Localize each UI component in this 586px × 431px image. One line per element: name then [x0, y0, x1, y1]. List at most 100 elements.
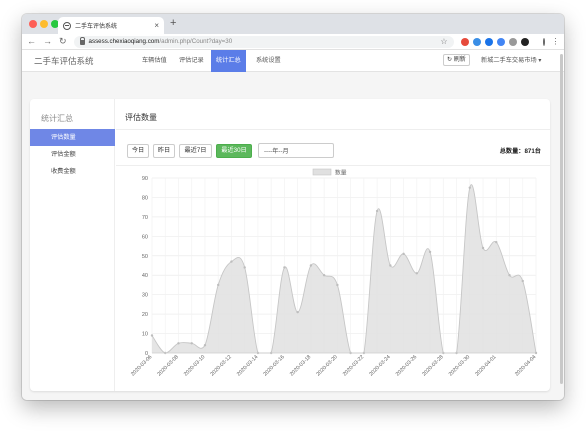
extension-icon-1[interactable]	[460, 37, 469, 46]
x-tick-label: 2020-04-01	[474, 354, 497, 377]
browser-window: 二手车评估系统 × + ← → ↻ assess.chexiaoqiang.co…	[22, 14, 564, 400]
market-dropdown[interactable]: 新城二手车交易市场 ▾	[481, 50, 542, 72]
data-point	[402, 252, 405, 256]
data-point	[428, 250, 432, 254]
data-point	[150, 334, 154, 337]
filter-yesterday-button[interactable]: 昨日	[153, 144, 175, 158]
data-point	[230, 260, 233, 263]
menu-system-settings[interactable]: 系统设置	[251, 50, 286, 72]
legend-swatch	[312, 168, 332, 176]
extension-icons	[460, 37, 529, 46]
browser-tab[interactable]: 二手车评估系统 ×	[58, 17, 164, 34]
back-arrow-icon[interactable]: ←	[27, 37, 36, 46]
new-tab-button[interactable]: +	[170, 18, 176, 29]
data-point	[375, 209, 379, 213]
data-point	[322, 274, 326, 277]
x-tick-label: 2020-03-24	[368, 354, 391, 377]
data-point	[389, 264, 392, 267]
refresh-button[interactable]: ↻ 刷新	[443, 54, 470, 66]
market-label: 新城二手车交易市场	[481, 57, 537, 64]
x-tick-label: 2020-03-18	[289, 354, 312, 377]
total-label: 总数量：	[499, 148, 525, 155]
legend-label: 数量	[335, 169, 347, 177]
menu-statistics-summary[interactable]: 统计汇总	[211, 50, 246, 72]
reload-icon[interactable]: ↻	[59, 37, 67, 46]
tab-strip: 二手车评估系统 × +	[22, 14, 564, 34]
count-chart: 01020304050607080902020-03-06 2020-03-08 2…	[130, 168, 537, 378]
tab-title: 二手车评估系统	[75, 24, 118, 30]
extension-icon-4[interactable]	[496, 37, 505, 46]
minimize-window-button[interactable]	[40, 20, 48, 28]
app-page: 二手车评估系统 车辆估值 评估记录 统计汇总 系统设置 ↻ 刷新 新城二手车交易…	[22, 50, 564, 400]
data-point	[495, 240, 498, 244]
page-title: 评估数量	[125, 113, 157, 122]
content-panel: 评估数量 今日 昨日 最近7日 最近30日 总数量：871台 010203040…	[116, 99, 550, 391]
y-tick-label: 50	[142, 254, 148, 260]
data-point	[468, 186, 471, 189]
y-tick-label: 90	[142, 176, 148, 182]
x-tick-label: 2020-03-22	[342, 354, 365, 377]
url-path: /admin.php/Count?day=30	[159, 38, 233, 45]
month-picker-input[interactable]	[258, 143, 334, 158]
filter-last30days-button[interactable]: 最近30日	[216, 144, 252, 158]
sidebar-item-fee-amount[interactable]: 收费金额	[30, 163, 115, 180]
x-tick-label: 2020-03-12	[209, 354, 232, 377]
x-tick-label: 2020-03-30	[448, 354, 471, 377]
data-point	[415, 272, 419, 275]
filter-last7days-button[interactable]: 最近7日	[179, 144, 212, 158]
filter-today-button[interactable]: 今日	[127, 144, 149, 158]
close-tab-icon[interactable]: ×	[154, 21, 159, 30]
brand-title[interactable]: 二手车评估系统	[34, 55, 94, 67]
extension-icon-3[interactable]	[484, 37, 493, 46]
x-tick-label: 2020-03-28	[421, 354, 444, 377]
address-bar[interactable]: assess.chexiaoqiang.com/admin.php/Count?…	[73, 35, 454, 48]
total-count: 总数量：871台	[500, 146, 541, 155]
caret-down-icon: ▾	[538, 57, 542, 64]
top-navbar: 二手车评估系统 车辆估值 评估记录 统计汇总 系统设置 ↻ 刷新 新城二手车交易…	[22, 50, 564, 72]
extension-icon-6[interactable]	[520, 37, 529, 46]
x-tick-label: 2020-04-04	[514, 354, 537, 377]
menu-assessment-records[interactable]: 评估记录	[174, 50, 209, 72]
data-point	[336, 283, 339, 287]
data-point	[521, 279, 524, 283]
y-tick-label: 40	[142, 273, 148, 279]
y-tick-label: 70	[142, 215, 148, 221]
y-tick-label: 20	[142, 312, 148, 318]
data-point	[217, 283, 220, 287]
x-tick-label: 2020-03-14	[236, 354, 259, 377]
data-point	[309, 264, 313, 267]
x-tick-label: 2020-03-10	[183, 354, 206, 377]
data-point	[508, 274, 511, 277]
sidebar-item-assessment-count[interactable]: 评估数量	[30, 129, 115, 146]
sidebar-item-assessment-amount[interactable]: 评估金额	[30, 146, 115, 163]
page-scrollbar[interactable]	[560, 54, 563, 384]
browser-menu-icon[interactable]: ⋮	[552, 37, 560, 46]
data-point	[203, 344, 207, 347]
total-value: 871台	[524, 148, 541, 155]
x-tick-label: 2020-03-08	[156, 354, 179, 377]
extension-icon-5[interactable]	[508, 37, 517, 46]
data-point	[243, 266, 246, 269]
url-host: assess.chexiaoqiang.com	[88, 38, 160, 45]
refresh-icon: ↻	[447, 57, 453, 63]
data-point	[190, 342, 193, 345]
main-card: 统计汇总 评估数量 评估金额 收费金额 评估数量 今日 昨日 最近7日 最近30…	[30, 99, 550, 391]
browser-toolbar: ← → ↻ assess.chexiaoqiang.com/admin.php/…	[22, 34, 564, 50]
x-tick-label: 2020-03-20	[315, 354, 338, 377]
data-point	[296, 310, 299, 314]
close-window-button[interactable]	[29, 20, 37, 28]
sidebar-title: 统计汇总	[41, 114, 73, 123]
lock-icon	[79, 37, 85, 45]
x-tick-label: 2020-03-26	[395, 354, 418, 377]
x-tick-label: 2020-03-16	[262, 354, 285, 377]
menu-vehicle-valuation[interactable]: 车辆估值	[137, 50, 172, 72]
bookmark-star-icon[interactable]: ☆	[440, 37, 447, 46]
title-divider	[116, 129, 550, 130]
data-point	[283, 266, 286, 269]
profile-icon[interactable]	[542, 37, 545, 46]
extension-icon-2[interactable]	[472, 37, 481, 46]
sidebar: 统计汇总 评估数量 评估金额 收费金额	[30, 99, 115, 391]
forward-arrow-icon[interactable]: →	[43, 37, 52, 46]
chart-area: 0 10 20 30 40 50 60 70 80 90 2020-03-06 2020-03-08 2…	[116, 166, 550, 391]
data-point	[481, 246, 485, 250]
